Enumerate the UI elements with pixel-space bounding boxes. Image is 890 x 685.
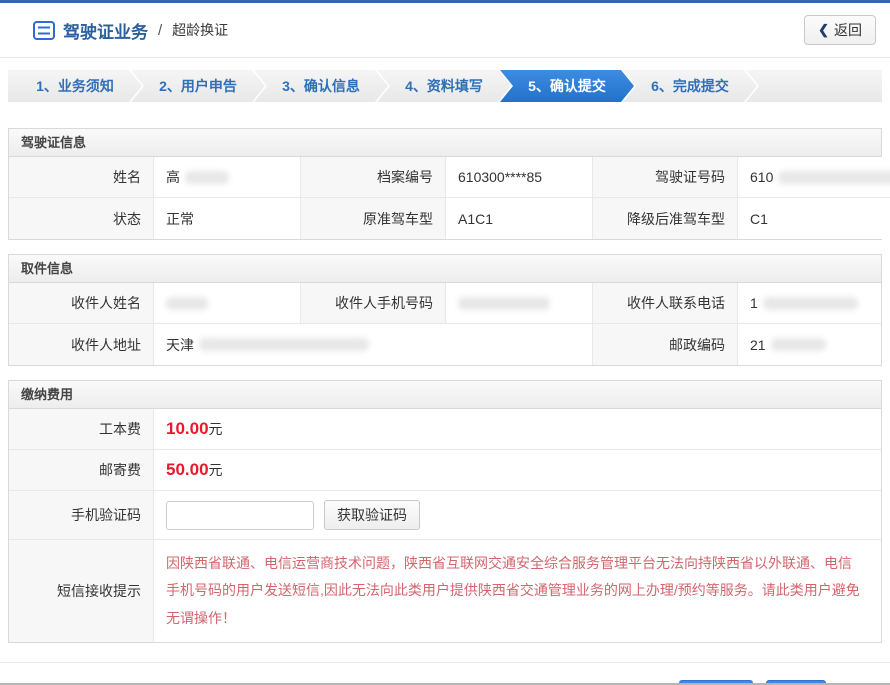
license-info-table: 姓名 高 档案编号 610300****85 驾驶证号码 610 状态 正常 原… [9, 157, 881, 239]
finish-button[interactable]: 完成 [766, 680, 826, 685]
step-tab-1[interactable]: 1、业务须知 [8, 70, 142, 102]
field-value-postal-code: 21 [738, 324, 881, 365]
fee-unit: 元 [209, 460, 223, 480]
field-label: 收件人姓名 [9, 283, 154, 324]
step-tab-4[interactable]: 4、资料填写 [377, 70, 511, 102]
field-label: 收件人手机号码 [301, 283, 446, 324]
step-tab-3[interactable]: 3、确认信息 [254, 70, 388, 102]
field-value-recipient-mobile [446, 283, 593, 324]
step-wizard-filler [746, 70, 882, 102]
step-tab-5-active[interactable]: 5、确认提交 [500, 70, 634, 102]
section-title: 驾驶证信息 [9, 129, 881, 157]
redaction-blur [763, 297, 858, 310]
fee-amount: 10.00 [166, 419, 209, 439]
field-label: 降级后准驾车型 [593, 198, 738, 239]
page-title: 驾驶证业务 / 超龄换证 [33, 18, 228, 43]
field-label: 收件人地址 [9, 324, 154, 365]
redaction-blur [771, 338, 826, 351]
step-tab-label: 2、用户申告 [159, 76, 237, 96]
step-tab-label: 4、资料填写 [405, 76, 483, 96]
fee-amount: 50.00 [166, 460, 209, 480]
field-value-name: 高 [154, 157, 301, 198]
sms-code-input[interactable] [166, 501, 314, 530]
footer-actions: 上一步 完成 [0, 663, 890, 685]
field-value-original-class: A1C1 [446, 198, 593, 239]
field-label: 状态 [9, 198, 154, 239]
field-value-text: 610 [750, 169, 773, 185]
field-label: 手机验证码 [9, 491, 154, 540]
page: 驾驶证业务 / 超龄换证 ❮ 返回 1、业务须知 2、用户申告 3、确认信息 4… [0, 0, 890, 685]
field-value-status: 正常 [154, 198, 301, 239]
step-wizard: 1、业务须知 2、用户申告 3、确认信息 4、资料填写 5、确认提交 6、完成提… [8, 70, 882, 102]
field-value-license-number: 610 [738, 157, 890, 198]
field-value-mailing-fee: 50.00元 [154, 450, 881, 491]
redaction-blur [166, 297, 208, 310]
field-value-text: 高 [166, 167, 180, 187]
field-value-production-fee: 10.00元 [154, 409, 881, 450]
field-value-text: A1C1 [458, 211, 493, 227]
fees-table: 工本费 10.00元 邮寄费 50.00元 手机验证码 获取验证码 短信接收提示… [9, 409, 881, 642]
step-tab-6[interactable]: 6、完成提交 [623, 70, 757, 102]
back-button[interactable]: ❮ 返回 [804, 15, 876, 45]
sms-code-row: 获取验证码 [154, 491, 881, 540]
field-value-text: 正常 [166, 209, 194, 229]
step-tab-label: 5、确认提交 [528, 76, 606, 96]
section-title: 缴纳费用 [9, 381, 881, 409]
field-value-text: C1 [750, 211, 768, 227]
redaction-blur [199, 338, 369, 351]
field-value-recipient-name [154, 283, 301, 324]
field-label: 驾驶证号码 [593, 157, 738, 198]
field-label: 收件人联系电话 [593, 283, 738, 324]
fee-unit: 元 [209, 419, 223, 439]
field-value-text: 天津 [166, 335, 194, 355]
field-label: 邮政编码 [593, 324, 738, 365]
field-label: 工本费 [9, 409, 154, 450]
field-label: 原准驾车型 [301, 198, 446, 239]
field-value-file-number: 610300****85 [446, 157, 593, 198]
service-subtitle: 超龄换证 [172, 20, 228, 40]
field-label: 邮寄费 [9, 450, 154, 491]
redaction-blur [778, 171, 890, 184]
field-label: 姓名 [9, 157, 154, 198]
field-label: 短信接收提示 [9, 540, 154, 642]
redaction-blur [185, 171, 229, 184]
field-label: 档案编号 [301, 157, 446, 198]
field-value-recipient-phone: 1 [738, 283, 881, 324]
field-value-text: 1 [750, 295, 758, 311]
section-pickup-info: 取件信息 收件人姓名 收件人手机号码 收件人联系电话 1 收件人地址 天津 邮政… [8, 254, 882, 366]
field-value-recipient-address: 天津 [154, 324, 593, 365]
field-value-text: 610300****85 [458, 169, 542, 185]
step-tab-label: 6、完成提交 [651, 76, 729, 96]
section-license-info: 驾驶证信息 姓名 高 档案编号 610300****85 驾驶证号码 610 状… [8, 128, 882, 240]
service-title: 驾驶证业务 [63, 18, 148, 43]
pickup-info-table: 收件人姓名 收件人手机号码 收件人联系电话 1 收件人地址 天津 邮政编码 21 [9, 283, 881, 365]
step-tab-label: 1、业务须知 [36, 76, 114, 96]
section-title: 取件信息 [9, 255, 881, 283]
step-tab-2[interactable]: 2、用户申告 [131, 70, 265, 102]
field-value-text: 21 [750, 337, 766, 353]
section-fees: 缴纳费用 工本费 10.00元 邮寄费 50.00元 手机验证码 获取验证码 短… [8, 380, 882, 643]
get-sms-code-button[interactable]: 获取验证码 [324, 500, 420, 530]
list-form-icon [33, 21, 55, 40]
previous-step-button[interactable]: 上一步 [679, 680, 753, 685]
header: 驾驶证业务 / 超龄换证 ❮ 返回 [0, 3, 890, 58]
chevron-left-icon: ❮ [818, 22, 829, 38]
sms-notice-text: 因陕西省联通、电信运营商技术问题，陕西省互联网交通安全综合服务管理平台无法向持陕… [154, 540, 881, 642]
title-separator: / [158, 22, 162, 39]
back-button-label: 返回 [834, 20, 862, 40]
redaction-blur [458, 297, 550, 310]
step-tab-label: 3、确认信息 [282, 76, 360, 96]
field-value-downgraded-class: C1 [738, 198, 890, 239]
